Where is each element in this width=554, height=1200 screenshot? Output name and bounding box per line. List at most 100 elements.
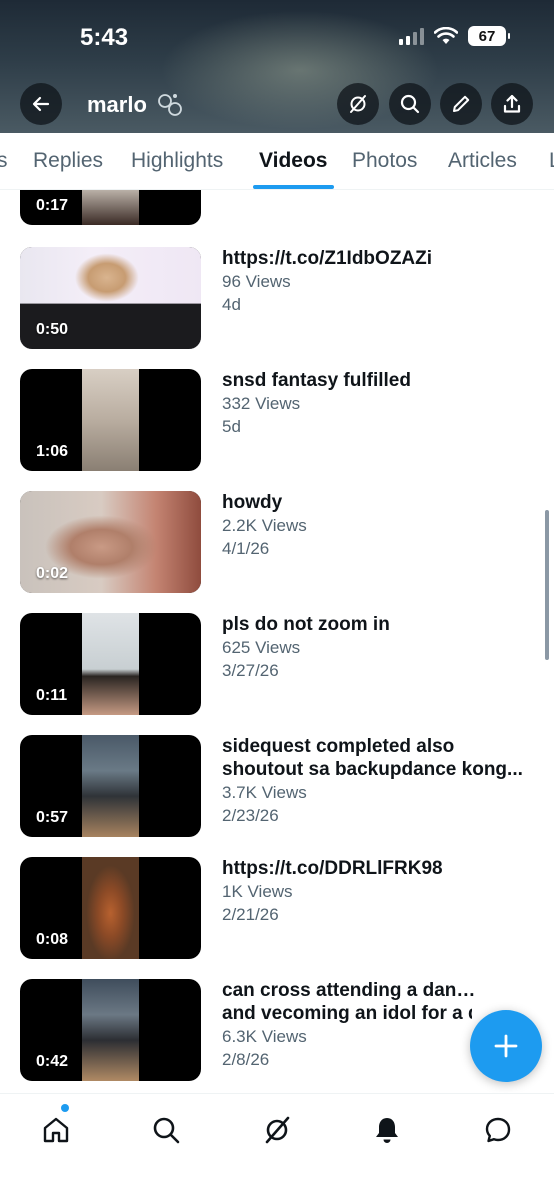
search-button[interactable]: [389, 83, 431, 125]
video-title: sidequest completed also: [222, 736, 455, 757]
active-tab-indicator: [253, 185, 334, 189]
profile-header: 5:43 67 marlo: [0, 0, 554, 133]
nav-notifications[interactable]: [367, 1110, 407, 1150]
video-info: https://t.co/Z1IdbOZAZi 96 Views 4d: [222, 247, 542, 316]
video-title: can cross attending a dance class: [222, 980, 482, 1001]
bubbles-icon: [158, 94, 182, 116]
video-title: pls do not zoom in: [222, 614, 390, 635]
video-duration: 0:57: [36, 809, 69, 826]
video-date: 4/1/26: [222, 539, 270, 558]
message-icon: [485, 1117, 511, 1143]
video-info: snsd fantasy fulfilled 332 Views 5d: [222, 369, 542, 438]
video-title: https://t.co/DDRLlFRK98: [222, 858, 443, 879]
tab-videos[interactable]: Videos: [259, 149, 327, 173]
video-views: 3.7K Views: [222, 783, 307, 802]
video-thumbnail[interactable]: 1:06: [20, 369, 201, 471]
list-item[interactable]: 0:08 https://t.co/DDRLlFRK98 1K Views 2/…: [0, 857, 554, 961]
grok-button[interactable]: [337, 83, 379, 125]
thumbnail-image: [82, 369, 139, 471]
nav-home[interactable]: [36, 1110, 76, 1150]
video-info: howdy 2.2K Views 4/1/26: [222, 491, 542, 560]
list-item[interactable]: 0:50 https://t.co/Z1IdbOZAZi 96 Views 4d: [0, 247, 554, 351]
bell-icon: [376, 1118, 398, 1143]
video-duration: 1:06: [36, 443, 69, 460]
nav-grok[interactable]: [257, 1110, 297, 1150]
pencil-icon: [453, 95, 470, 112]
video-duration: 0:11: [36, 687, 68, 704]
list-item[interactable]: 0:11 pls do not zoom in 625 Views 3/27/2…: [0, 613, 554, 717]
thumbnail-image: [82, 735, 139, 837]
thumbnail-image: [82, 613, 139, 715]
video-info: pls do not zoom in 625 Views 3/27/26: [222, 613, 542, 682]
search-icon: [153, 1117, 180, 1144]
list-item[interactable]: 0:42 can cross attending a dance class a…: [0, 979, 554, 1083]
video-date: 2/21/26: [222, 905, 279, 924]
list-item[interactable]: 0:17: [0, 190, 554, 227]
video-thumbnail[interactable]: 0:50: [20, 247, 201, 349]
nav-messages[interactable]: [478, 1110, 518, 1150]
tab-photos[interactable]: Photos: [352, 149, 417, 173]
video-date: 3/27/26: [222, 661, 279, 680]
tab-highlights[interactable]: Highlights: [131, 149, 223, 173]
video-duration: 0:02: [36, 565, 69, 582]
nav-explore[interactable]: [146, 1110, 186, 1150]
video-thumbnail[interactable]: 0:11: [20, 613, 201, 715]
video-thumbnail[interactable]: 0:42: [20, 979, 201, 1081]
video-views: 96 Views: [222, 272, 291, 291]
tab-next-partial[interactable]: L: [549, 149, 554, 173]
video-info: sidequest completed also shoutout sa bac…: [222, 735, 542, 827]
thumbnail-image: [82, 190, 139, 225]
status-icons: 67: [399, 26, 510, 46]
thumbnail-image: [82, 979, 139, 1081]
video-date: 4d: [222, 295, 241, 314]
battery-indicator: 67: [468, 26, 510, 46]
share-button[interactable]: [491, 83, 533, 125]
video-title: howdy: [222, 492, 283, 513]
grok-icon: [265, 1116, 290, 1144]
video-date: 5d: [222, 417, 241, 436]
scrollbar[interactable]: [545, 510, 549, 660]
list-item[interactable]: 0:57 sidequest completed also shoutout s…: [0, 735, 554, 839]
video-thumbnail[interactable]: 0:08: [20, 857, 201, 959]
video-list: 0:17 0:50 https://t.co/Z1IdbOZAZi 96 Vie…: [0, 190, 554, 1093]
video-thumbnail[interactable]: 0:17: [20, 190, 201, 225]
list-item[interactable]: 0:02 howdy 2.2K Views 4/1/26: [0, 491, 554, 595]
thumbnail-image: [82, 857, 139, 959]
compose-button[interactable]: [470, 1010, 542, 1082]
video-info: https://t.co/DDRLlFRK98 1K Views 2/21/26: [222, 857, 542, 926]
home-notification-dot: [61, 1104, 69, 1112]
video-views: 2.2K Views: [222, 516, 307, 535]
back-button[interactable]: [20, 83, 62, 125]
wifi-icon: [434, 27, 458, 44]
search-icon: [400, 94, 420, 114]
arrow-left-icon: [32, 96, 50, 112]
video-title-line2: and vecoming an idol for a da: [222, 1003, 472, 1024]
video-date: 2/23/26: [222, 806, 279, 825]
tab-articles[interactable]: Articles: [448, 149, 517, 173]
bottom-nav: [0, 1093, 554, 1200]
video-duration: 0:17: [36, 197, 69, 214]
video-thumbnail[interactable]: 0:57: [20, 735, 201, 837]
video-views: 332 Views: [222, 394, 301, 413]
edit-button[interactable]: [440, 83, 482, 125]
tab-posts-partial[interactable]: s: [0, 149, 8, 173]
status-time: 5:43: [80, 24, 129, 51]
video-views: 1K Views: [222, 882, 293, 901]
video-duration: 0:50: [36, 321, 69, 338]
video-views: 625 Views: [222, 638, 301, 657]
profile-name: marlo: [87, 92, 147, 117]
tab-replies[interactable]: Replies: [33, 149, 103, 173]
video-duration: 0:42: [36, 1053, 69, 1070]
signal-icon: [399, 27, 424, 45]
plus-icon: [494, 1034, 518, 1058]
profile-tabs: s Replies Highlights Videos Photos Artic…: [0, 133, 554, 190]
video-title-line2: shoutout sa backupdance kong...: [222, 759, 523, 780]
video-title: snsd fantasy fulfilled: [222, 370, 411, 391]
share-icon: [503, 94, 521, 113]
home-icon: [43, 1117, 69, 1143]
video-title: https://t.co/Z1IdbOZAZi: [222, 248, 433, 269]
list-item[interactable]: 1:06 snsd fantasy fulfilled 332 Views 5d: [0, 369, 554, 473]
video-duration: 0:08: [36, 931, 69, 948]
video-thumbnail[interactable]: 0:02: [20, 491, 201, 593]
grok-icon: [350, 95, 366, 113]
